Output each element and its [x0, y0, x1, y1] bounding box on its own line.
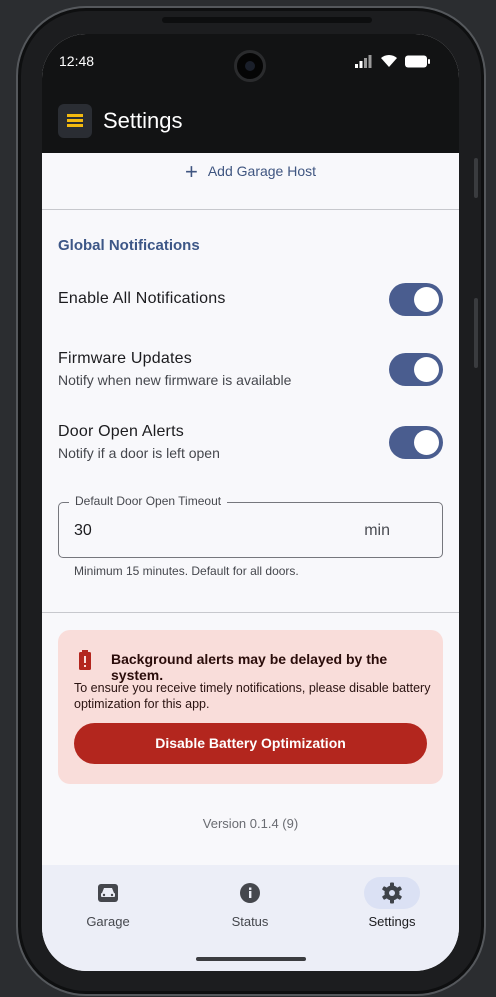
- field-label: Default Door Open Timeout: [69, 494, 228, 508]
- version-text: Version 0.1.4 (9): [202, 816, 299, 831]
- warning-text: To ensure you receive timely notificatio…: [74, 681, 431, 711]
- screen: 12:48 Settings + Add Garage Host Global …: [42, 34, 459, 971]
- door-open-alerts-toggle[interactable]: [389, 426, 443, 459]
- volume-button: [474, 158, 478, 198]
- divider: [42, 612, 459, 613]
- page-title: Settings: [103, 108, 183, 133]
- disable-battery-optimization-button[interactable]: Disable Battery Optimization: [74, 723, 427, 764]
- firmware-updates-toggle[interactable]: [389, 353, 443, 386]
- settings-content[interactable]: + Add Garage Host Global Notifications En…: [42, 153, 459, 865]
- wifi-icon: [381, 54, 397, 67]
- status-time: 12:48: [59, 53, 95, 69]
- app-bar: Settings: [42, 86, 459, 153]
- timeout-unit: min: [364, 522, 390, 539]
- setting-label: Door Open Alerts: [58, 423, 184, 440]
- setting-firmware-updates: Firmware Updates Notify when new firmwar…: [58, 350, 443, 390]
- signal-icon: [355, 54, 372, 68]
- plus-icon: +: [184, 159, 198, 184]
- warning-title: Background alerts may be delayed by the …: [111, 651, 388, 683]
- divider: [42, 209, 459, 210]
- setting-door-open-alerts: Door Open Alerts Notify if a door is lef…: [58, 423, 443, 463]
- car-icon: [98, 884, 118, 902]
- earpiece-slot: [162, 17, 372, 23]
- side-button: [474, 298, 478, 368]
- battery-icon: [405, 55, 430, 67]
- bottom-navigation: Garage Status Settings: [42, 865, 459, 971]
- nav-label: Status: [231, 914, 269, 929]
- door-open-timeout-field[interactable]: Default Door Open Timeout 30 min: [58, 494, 443, 558]
- enable-all-toggle[interactable]: [389, 283, 443, 316]
- gesture-home-bar[interactable]: [196, 957, 306, 961]
- battery-warning-card: Background alerts may be delayed by the …: [58, 630, 443, 784]
- add-garage-host-button[interactable]: + Add Garage Host: [42, 159, 459, 185]
- battery-alert-icon: [79, 650, 91, 670]
- setting-label: Enable All Notifications: [58, 290, 226, 307]
- setting-description: Notify if a door is left open: [58, 445, 220, 461]
- nav-label: Settings: [368, 914, 416, 929]
- status-bar: 12:48: [42, 34, 459, 86]
- nav-label: Garage: [86, 914, 130, 929]
- nav-item-settings[interactable]: Settings: [342, 877, 442, 929]
- app-logo-icon: [58, 104, 92, 138]
- setting-enable-all: Enable All Notifications: [58, 283, 443, 316]
- info-icon: [240, 883, 260, 903]
- gear-icon: [382, 882, 402, 904]
- add-host-label: Add Garage Host: [207, 163, 317, 179]
- setting-description: Notify when new firmware is available: [58, 372, 292, 388]
- nav-item-garage[interactable]: Garage: [58, 877, 158, 929]
- nav-item-status[interactable]: Status: [200, 877, 300, 929]
- timeout-helper-text: Minimum 15 minutes. Default for all door…: [74, 564, 299, 578]
- section-title-notifications: Global Notifications: [58, 237, 200, 254]
- setting-label: Firmware Updates: [58, 350, 192, 367]
- timeout-value[interactable]: 30: [74, 522, 92, 540]
- front-camera: [234, 50, 266, 82]
